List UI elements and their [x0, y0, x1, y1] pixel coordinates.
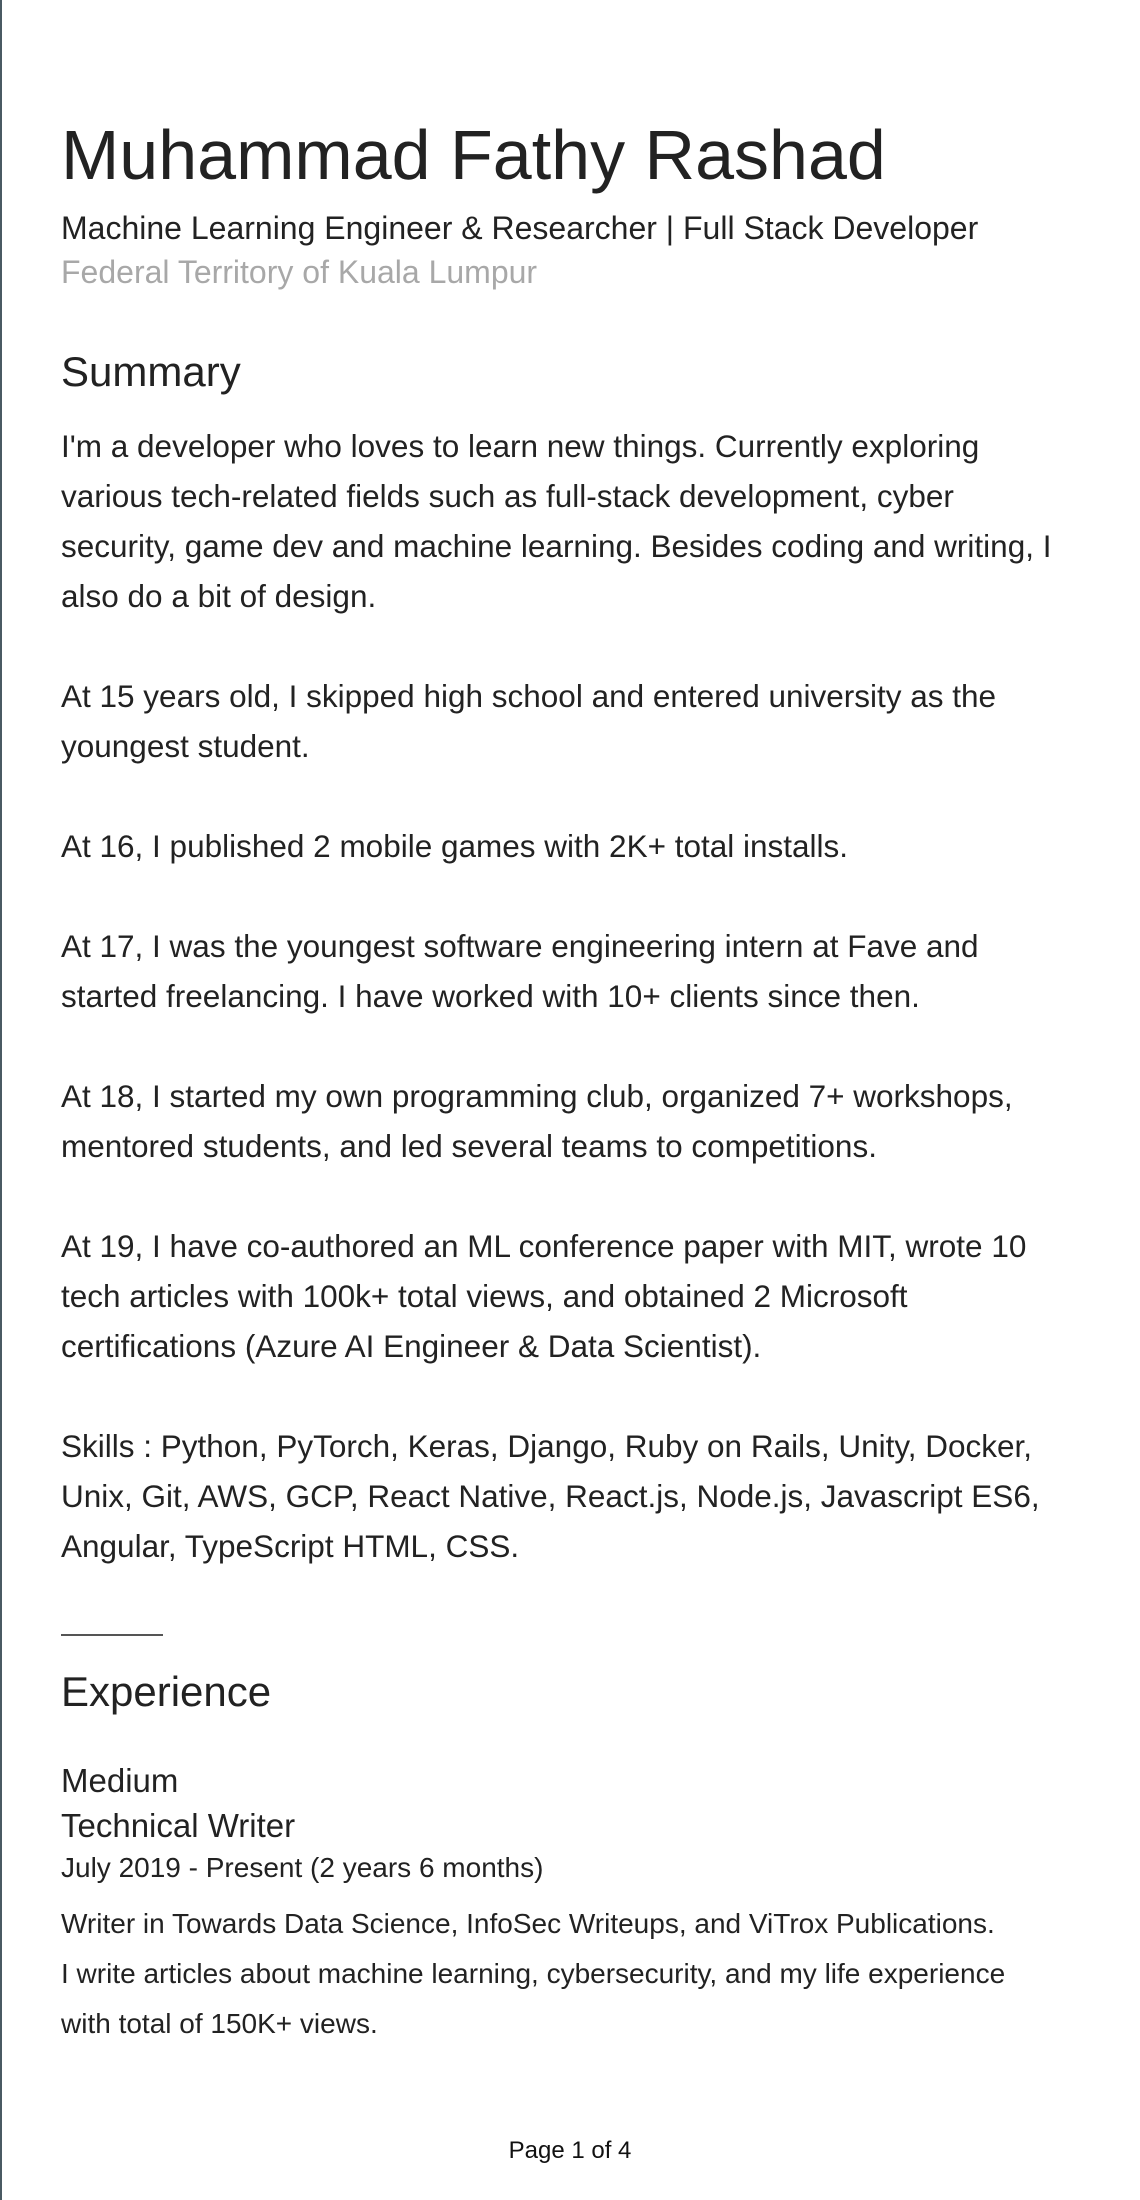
experience-dates: July 2019 - Present (2 years 6 months)	[61, 1852, 544, 1883]
summary-paragraph: I'm a developer who loves to learn new t…	[61, 428, 1052, 614]
experience-description: Writer in Towards Data Science, InfoSec …	[61, 1899, 1071, 2049]
skills-paragraph: Skills : Python, PyTorch, Keras, Django,…	[61, 1428, 1040, 1564]
summary-section: I'm a developer who loves to learn new t…	[61, 421, 1071, 1571]
experience-heading: Experience	[61, 1668, 272, 1715]
experience-description-line: Writer in Towards Data Science, InfoSec …	[61, 1908, 995, 1939]
summary-paragraph: At 17, I was the youngest software engin…	[61, 928, 979, 1014]
summary-paragraph: At 19, I have co-authored an ML conferen…	[61, 1228, 1027, 1364]
page-number: Page 1 of 4	[508, 2137, 632, 2164]
profile-headline: Machine Learning Engineer & Researcher |…	[61, 210, 979, 246]
profile-name: Muhammad Fathy Rashad	[61, 116, 886, 194]
summary-paragraph: At 18, I started my own programming club…	[61, 1078, 1013, 1164]
summary-paragraph: At 16, I published 2 mobile games with 2…	[61, 828, 849, 864]
experience-role: Technical Writer	[61, 1807, 296, 1844]
summary-paragraph: At 15 years old, I skipped high school a…	[61, 678, 997, 764]
profile-location: Federal Territory of Kuala Lumpur	[61, 254, 538, 290]
page-left-border	[0, 0, 2, 2200]
experience-description-line: I write articles about machine learning,…	[61, 1958, 1006, 1989]
experience-company: Medium	[61, 1762, 179, 1799]
section-divider	[61, 1634, 163, 1636]
summary-heading: Summary	[61, 348, 241, 395]
experience-description-line: with total of 150K+ views.	[61, 2008, 378, 2039]
